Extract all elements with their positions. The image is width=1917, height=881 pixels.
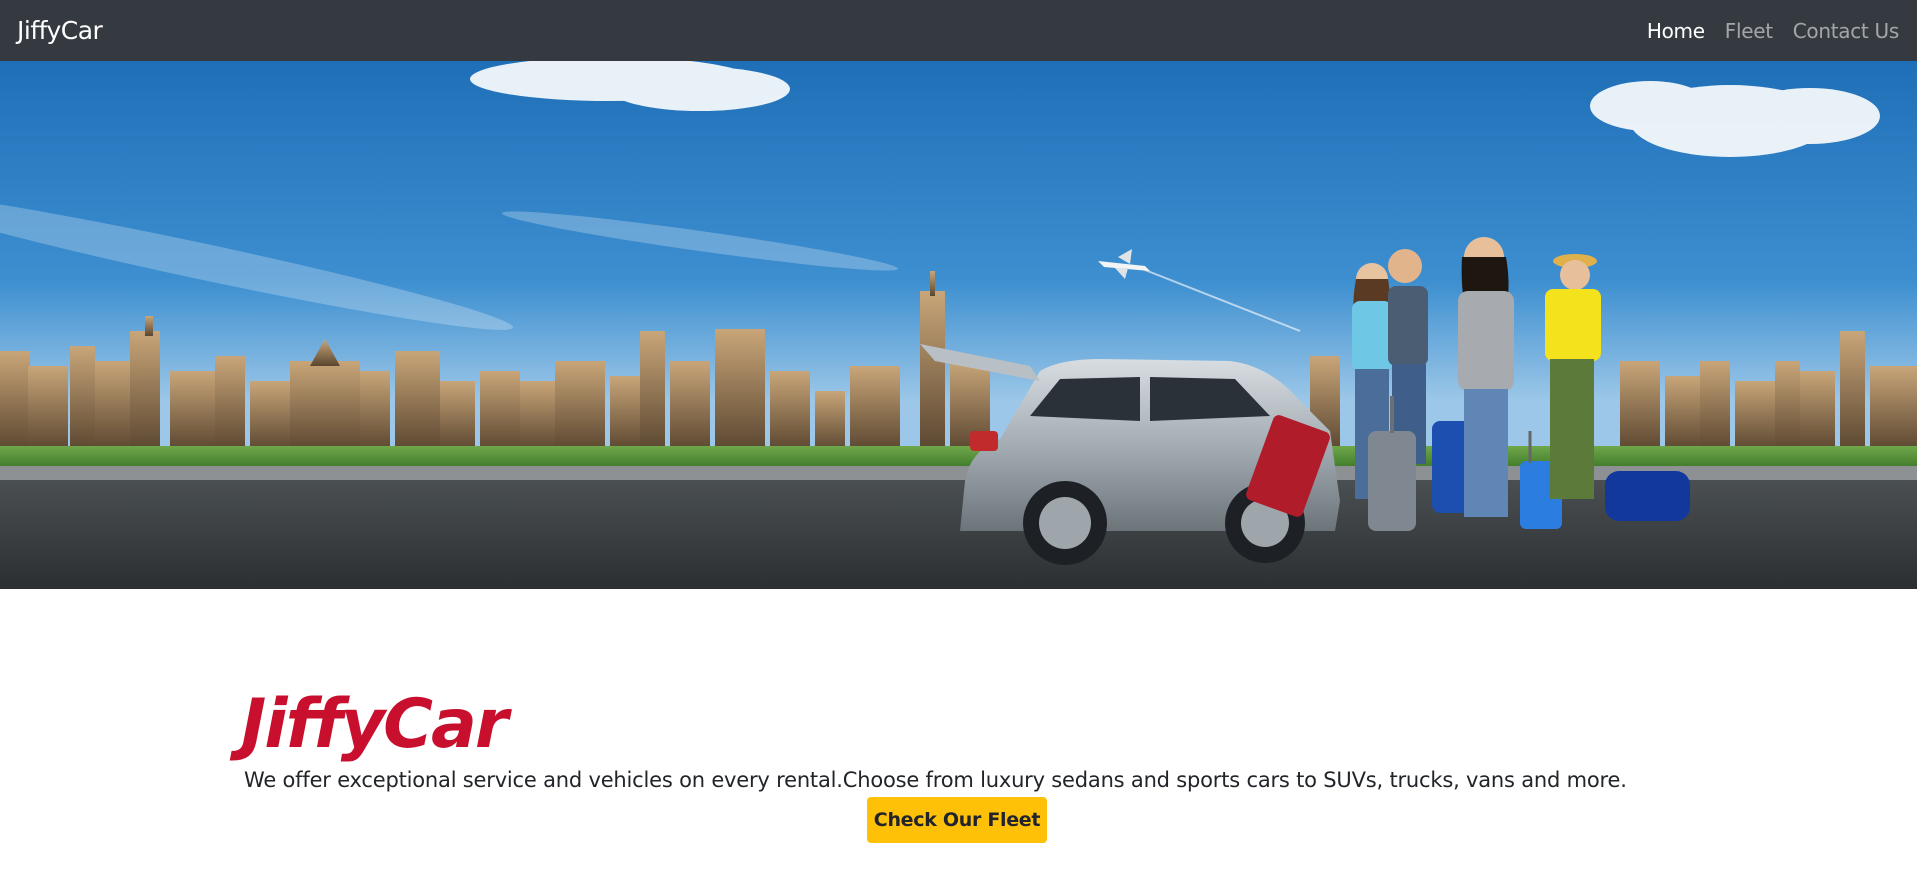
page-title: JiffyCar bbox=[241, 684, 508, 764]
nav-link-fleet[interactable]: Fleet bbox=[1725, 19, 1773, 43]
hero-image bbox=[0, 61, 1917, 589]
intro-text: We offer exceptional service and vehicle… bbox=[244, 768, 1627, 792]
navbar: JiffyCar Home Fleet Contact Us bbox=[0, 0, 1917, 61]
check-our-fleet-button[interactable]: Check Our Fleet bbox=[867, 797, 1047, 843]
nav-link-home[interactable]: Home bbox=[1647, 19, 1705, 43]
nav-link-contact-us[interactable]: Contact Us bbox=[1793, 19, 1900, 43]
hero-banner bbox=[0, 61, 1917, 589]
navbar-brand[interactable]: JiffyCar bbox=[17, 16, 103, 45]
nav-links: Home Fleet Contact Us bbox=[1647, 19, 1899, 43]
